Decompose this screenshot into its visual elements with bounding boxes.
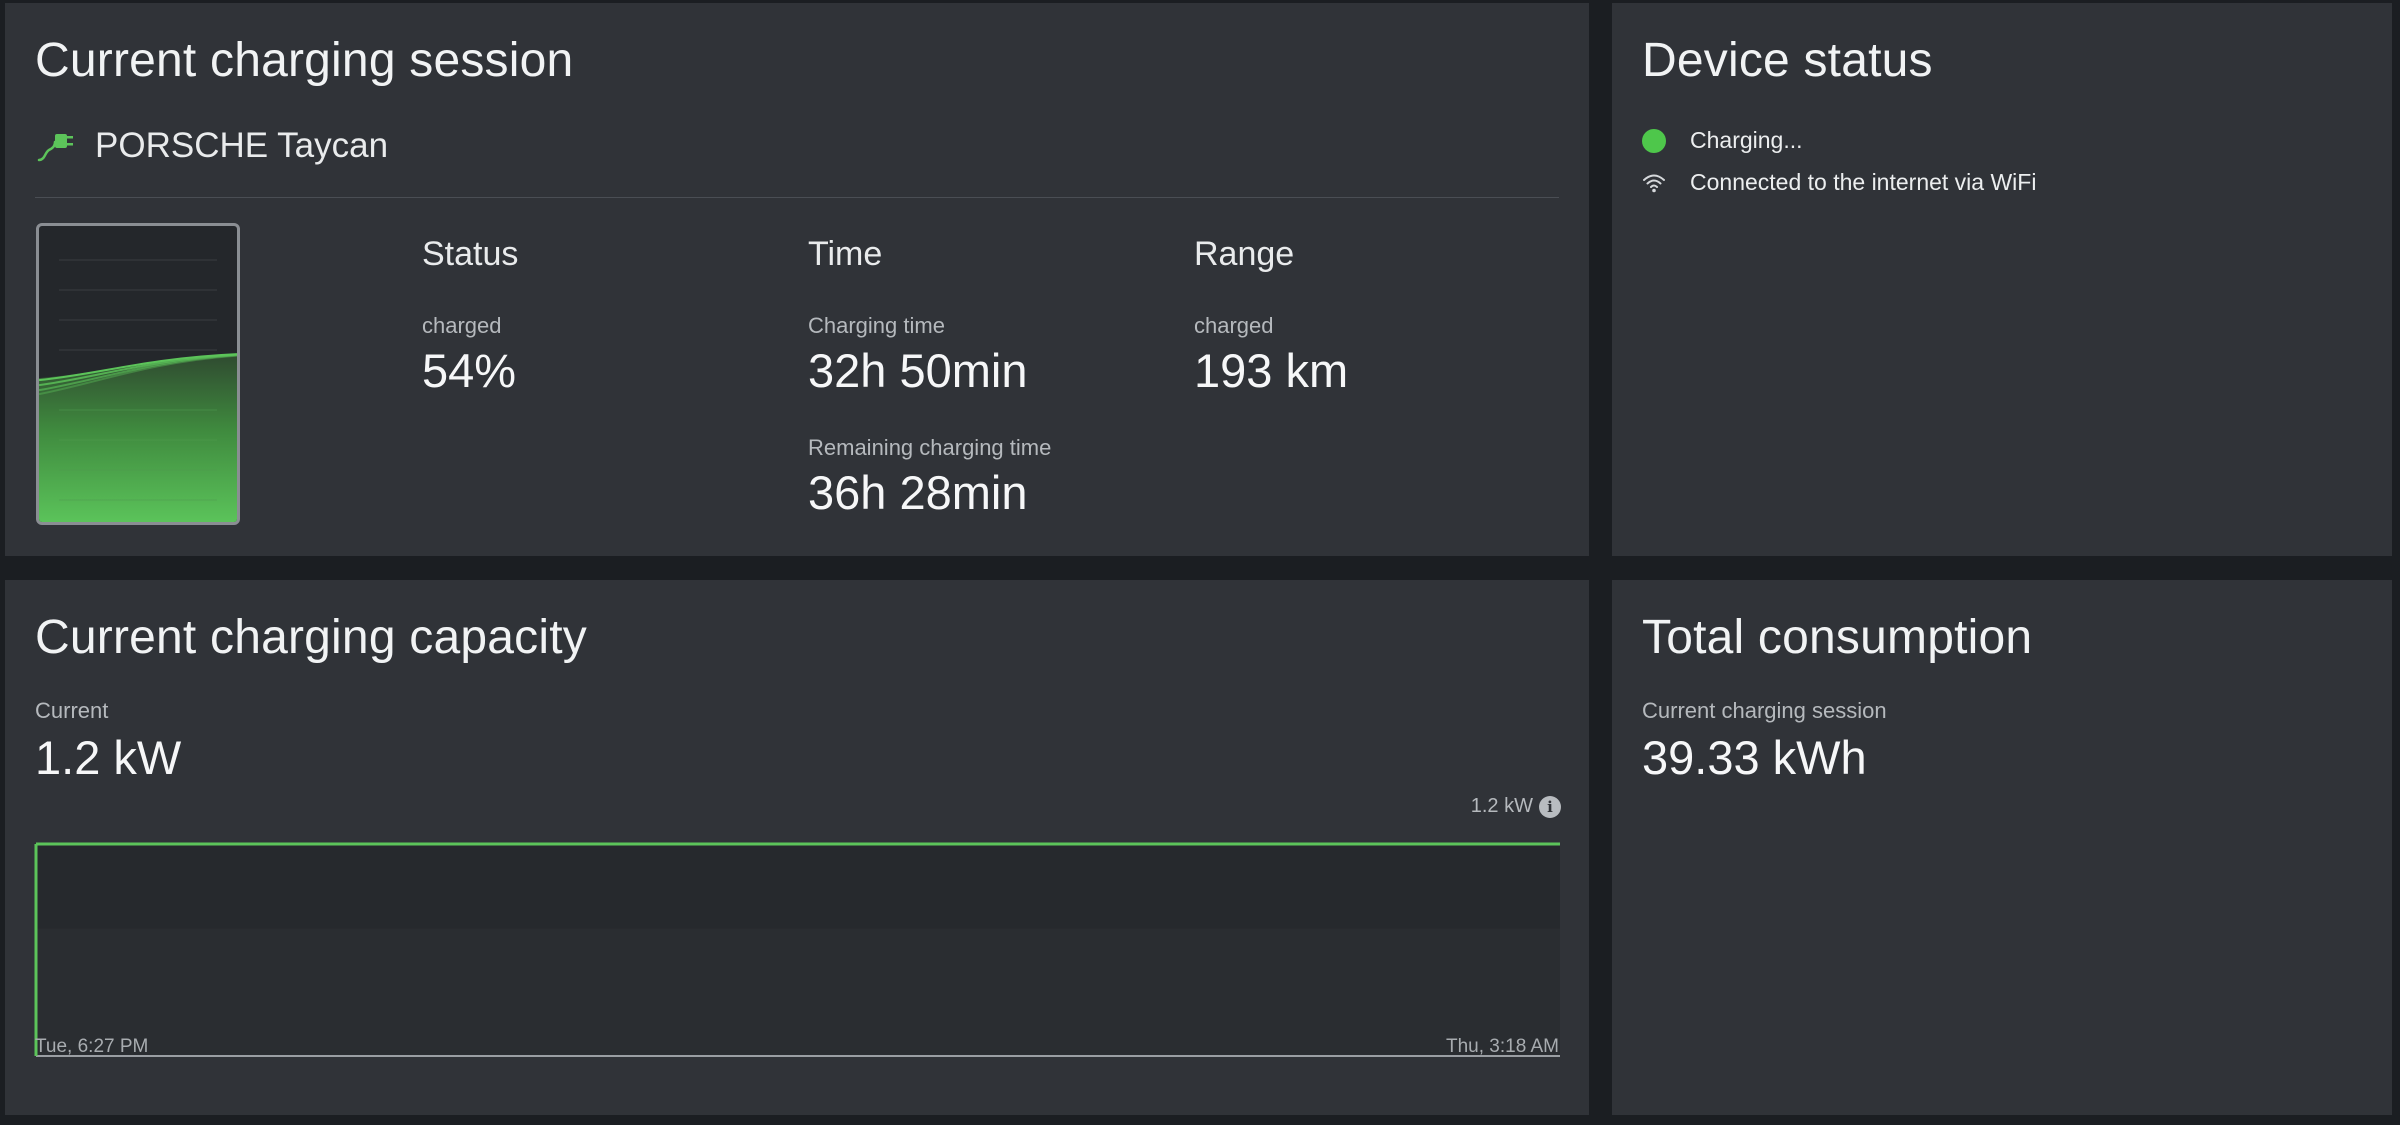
x-axis-start-label: Tue, 6:27 PM	[35, 1036, 149, 1057]
chart-plot-area	[36, 844, 1560, 929]
wifi-icon	[1643, 174, 1665, 192]
chart-plot-area-lower	[36, 928, 1560, 1056]
time-heading: Time	[808, 235, 883, 273]
time-column: Time Charging time 32h 50min Remaining c…	[808, 235, 1168, 519]
status-label: charged	[422, 313, 502, 338]
divider	[35, 197, 1559, 198]
x-axis-end-label: Thu, 3:18 AM	[1445, 1036, 1559, 1057]
range-value: 193 km	[1194, 344, 1349, 397]
total-consumption-panel: Total consumption Current charging sessi…	[1612, 580, 2392, 1115]
session-title: Current charging session	[35, 34, 574, 87]
device-status-row-wifi: Connected to the internet via WiFi	[1642, 169, 2036, 196]
device-title: Device status	[1642, 34, 1933, 87]
plug-icon	[37, 134, 73, 162]
remaining-time-label: Remaining charging time	[808, 435, 1052, 460]
charging-time-label: Charging time	[808, 313, 945, 338]
total-title: Total consumption	[1642, 611, 2033, 664]
range-column: Range charged 193 km	[1194, 235, 1554, 397]
battery-fill-graphic	[39, 259, 237, 522]
range-label: charged	[1194, 313, 1274, 338]
range-heading: Range	[1194, 235, 1295, 273]
charging-time-value: 32h 50min	[808, 344, 1028, 397]
total-value: 39.33 kWh	[1642, 731, 1867, 784]
device-status-panel: Device status Charging... Connected to t…	[1612, 3, 2392, 556]
battery-graphic	[36, 223, 240, 525]
charging-status-text: Charging...	[1690, 127, 1803, 153]
status-column: Status charged 54%	[422, 235, 782, 397]
device-status-row-charging: Charging...	[1642, 127, 1803, 154]
vehicle-name: PORSCHE Taycan	[95, 126, 389, 165]
remaining-time-value: 36h 28min	[808, 466, 1028, 519]
status-dot-icon	[1642, 128, 1666, 153]
vehicle-row: PORSCHE Taycan	[35, 121, 388, 171]
capacity-chart	[34, 842, 1560, 1057]
charge-percent: 54%	[422, 344, 517, 397]
charging-capacity-panel: Current charging capacity Current 1.2 kW…	[5, 580, 1589, 1115]
total-label: Current charging session	[1642, 698, 1887, 723]
wifi-status-text: Connected to the internet via WiFi	[1690, 169, 2037, 195]
status-heading: Status	[422, 235, 519, 273]
current-charging-session-panel: Current charging session PORSCHE Taycan	[5, 3, 1589, 556]
